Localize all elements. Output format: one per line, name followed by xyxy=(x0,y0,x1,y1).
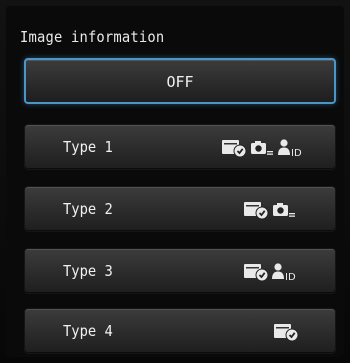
option-label: Type 1 xyxy=(63,138,113,156)
card-check-icon xyxy=(274,324,299,342)
option-icons xyxy=(243,199,297,221)
option-type-4-button[interactable]: Type 4 xyxy=(24,308,336,354)
option-type-3-button[interactable]: Type 3 ID xyxy=(24,248,336,294)
svg-text:ID: ID xyxy=(285,272,296,282)
option-type-1-button[interactable]: Type 1 ID xyxy=(24,124,336,170)
card-check-icon xyxy=(244,264,269,282)
page-title: Image information xyxy=(20,28,165,46)
option-off-button[interactable]: OFF xyxy=(24,58,336,104)
option-icons: ID xyxy=(243,261,305,283)
option-label: Type 4 xyxy=(63,322,113,340)
card-check-icon xyxy=(222,140,247,158)
option-icons xyxy=(273,321,299,343)
option-label: Type 3 xyxy=(63,262,113,280)
option-label: OFF xyxy=(166,73,194,91)
person-id-icon: ID xyxy=(272,263,296,282)
camera-list-icon xyxy=(251,141,273,155)
person-id-icon: ID xyxy=(278,139,302,158)
camera-list-icon xyxy=(273,203,295,217)
option-label: Type 2 xyxy=(63,200,113,218)
option-type-2-button[interactable]: Type 2 xyxy=(24,186,336,232)
card-check-icon xyxy=(244,202,269,220)
option-icons: ID xyxy=(221,137,311,159)
svg-text:ID: ID xyxy=(291,148,302,158)
image-information-panel: Image information OFF Type 1 ID Type 2 T… xyxy=(0,0,350,363)
